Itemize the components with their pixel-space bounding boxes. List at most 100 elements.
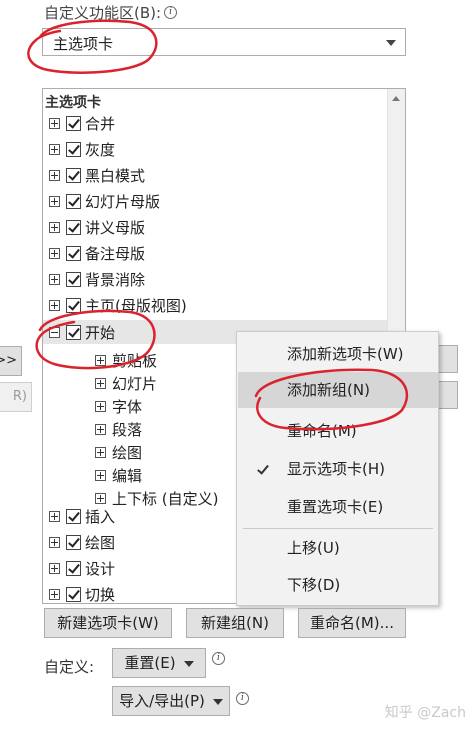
reset-dropdown-button[interactable]: 重置(E) <box>112 648 206 678</box>
menu-item-show-tab[interactable]: 显示选项卡(H) <box>238 451 438 487</box>
expand-icon[interactable] <box>49 299 60 311</box>
tab-checkbox[interactable] <box>66 534 81 550</box>
tab-checkbox[interactable] <box>66 193 81 209</box>
tab-checkbox[interactable] <box>66 167 81 183</box>
tab-checkbox[interactable] <box>66 219 81 235</box>
tree-item-label: 合并 <box>85 114 116 133</box>
collapse-icon[interactable] <box>49 326 60 338</box>
menu-item-label: 下移(D) <box>287 576 341 594</box>
expand-icon[interactable] <box>95 377 106 389</box>
expand-icon[interactable] <box>49 195 60 207</box>
menu-item-label: 添加新选项卡(W) <box>287 345 404 363</box>
customize-ribbon-label: 自定义功能区(B): i <box>44 2 178 23</box>
tree-item-label: 灰度 <box>85 140 116 159</box>
expand-icon[interactable] <box>49 562 60 574</box>
menu-item-move-up[interactable]: 上移(U) <box>238 530 438 566</box>
group-item-drawing[interactable]: 绘图 <box>95 440 142 464</box>
group-item-clipboard[interactable]: 剪贴板 <box>95 348 157 372</box>
context-menu: 添加新选项卡(W) 添加新组(N) 重命名(M) 显示选项卡(H) 重置选项卡(… <box>236 331 439 606</box>
tree-item-notes-master[interactable]: 备注母版 <box>49 241 145 265</box>
tab-checkbox[interactable] <box>66 115 81 131</box>
expand-icon[interactable] <box>95 354 106 366</box>
expand-icon[interactable] <box>95 400 106 412</box>
tree-item-grayscale[interactable]: 灰度 <box>49 137 115 161</box>
tree-item-handout-master[interactable]: 讲义母版 <box>49 215 145 239</box>
scroll-up-icon[interactable] <box>392 96 400 101</box>
expand-icon[interactable] <box>95 492 106 504</box>
expand-icon[interactable] <box>95 446 106 458</box>
group-item-slides[interactable]: 幻灯片 <box>95 371 157 395</box>
group-item-font[interactable]: 字体 <box>95 394 142 418</box>
chevron-down-icon <box>386 40 396 46</box>
expand-icon[interactable] <box>49 247 60 259</box>
import-export-button-label: 导入/导出(P) <box>119 692 205 710</box>
expand-icon[interactable] <box>49 143 60 155</box>
add-button[interactable]: >> <box>0 346 22 376</box>
watermark: 知乎 @Zach <box>384 705 466 721</box>
expand-icon[interactable] <box>95 423 106 435</box>
group-item-label: 幻灯片 <box>112 374 158 393</box>
expand-icon[interactable] <box>49 273 60 285</box>
customize-label: 自定义: <box>44 658 95 676</box>
group-item-editing[interactable]: 编辑 <box>95 463 142 487</box>
expand-icon[interactable] <box>49 117 60 129</box>
new-group-button[interactable]: 新建组(N) <box>186 608 284 638</box>
group-item-label: 剪贴板 <box>112 351 158 370</box>
menu-item-add-new-group[interactable]: 添加新组(N) <box>238 372 438 408</box>
expand-icon[interactable] <box>49 221 60 233</box>
expand-icon[interactable] <box>49 588 60 600</box>
tree-item-insert[interactable]: 插入 <box>49 504 115 528</box>
expand-icon[interactable] <box>49 536 60 548</box>
group-item-label: 绘图 <box>112 443 143 462</box>
group-item-label: 字体 <box>112 397 143 416</box>
tree-item-design[interactable]: 设计 <box>49 556 115 580</box>
tab-checkbox[interactable] <box>66 324 81 340</box>
tree-item-label: 切换 <box>85 585 116 604</box>
menu-item-label: 添加新组(N) <box>287 381 370 399</box>
group-item-label: 上下标 (自定义) <box>112 489 219 508</box>
menu-item-move-down[interactable]: 下移(D) <box>238 567 438 603</box>
tree-item-home-master-view[interactable]: 主页(母版视图) <box>49 293 187 317</box>
chevron-down-icon <box>212 698 223 705</box>
reset-button-label: 重置(E) <box>124 654 176 672</box>
tab-checkbox[interactable] <box>66 560 81 576</box>
tab-checkbox[interactable] <box>66 508 81 524</box>
expand-icon[interactable] <box>49 169 60 181</box>
check-icon <box>257 462 269 475</box>
rename-button[interactable]: 重命名(M)... <box>298 608 406 638</box>
menu-item-reset-tab[interactable]: 重置选项卡(E) <box>238 489 438 525</box>
tree-item-label: 背景消除 <box>85 270 146 289</box>
import-export-dropdown-button[interactable]: 导入/导出(P) <box>112 686 230 716</box>
menu-item-label: 显示选项卡(H) <box>287 460 385 478</box>
tab-checkbox[interactable] <box>66 271 81 287</box>
customize-ribbon-label-text: 自定义功能区(B): <box>44 4 162 22</box>
expand-icon[interactable] <box>95 469 106 481</box>
tree-item-draw[interactable]: 绘图 <box>49 530 115 554</box>
tree-item-label: 设计 <box>85 559 116 578</box>
menu-separator <box>243 528 433 529</box>
menu-item-rename[interactable]: 重命名(M) <box>238 413 438 449</box>
chevron-down-icon <box>183 660 194 667</box>
menu-item-add-new-tab[interactable]: 添加新选项卡(W) <box>238 336 438 372</box>
remove-button[interactable]: R) <box>0 382 32 412</box>
tab-checkbox[interactable] <box>66 245 81 261</box>
tree-item-transitions[interactable]: 切换 <box>49 582 116 604</box>
info-icon: i <box>212 652 225 665</box>
tab-checkbox[interactable] <box>66 586 81 602</box>
tree-item-black-white[interactable]: 黑白模式 <box>49 163 145 187</box>
tab-checkbox[interactable] <box>66 141 81 157</box>
tree-item-merge[interactable]: 合并 <box>49 111 115 135</box>
tree-item-background-removal[interactable]: 背景消除 <box>49 267 145 291</box>
tree-item-label: 主页(母版视图) <box>85 296 187 315</box>
group-item-paragraph[interactable]: 段落 <box>95 417 142 441</box>
group-item-label: 段落 <box>112 420 143 439</box>
new-tab-button[interactable]: 新建选项卡(W) <box>44 608 172 638</box>
tab-checkbox[interactable] <box>66 297 81 313</box>
group-item-label: 编辑 <box>112 466 143 485</box>
tree-item-label: 绘图 <box>85 533 116 552</box>
ribbon-tabs-dropdown[interactable]: 主选项卡 <box>42 28 406 56</box>
tree-item-label: 幻灯片母版 <box>85 192 161 211</box>
tree-item-slide-master[interactable]: 幻灯片母版 <box>49 189 160 213</box>
expand-icon[interactable] <box>49 510 60 522</box>
ribbon-tabs-dropdown-value: 主选项卡 <box>53 35 114 53</box>
